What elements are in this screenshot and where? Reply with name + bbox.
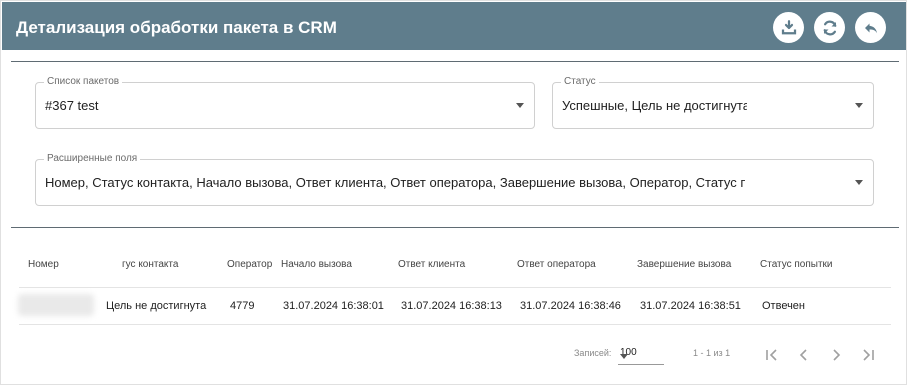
column-header[interactable]: Начало вызова (281, 259, 352, 270)
refresh-button[interactable] (814, 12, 845, 43)
column-header[interactable]: Номер (28, 259, 59, 270)
fields-select[interactable]: Расширенные поля Номер, Статус контакта,… (35, 153, 874, 206)
packages-value: #367 test (45, 98, 99, 113)
prev-page-button[interactable] (796, 347, 812, 363)
row-border (19, 324, 891, 325)
packages-label: Список пакетов (44, 76, 123, 87)
column-header[interactable]: Ответ оператора (517, 259, 596, 270)
last-page-button[interactable] (860, 347, 876, 363)
back-button[interactable] (855, 12, 886, 43)
chevron-left-icon (799, 349, 807, 361)
reply-icon (864, 23, 877, 33)
header-row-border (19, 287, 891, 288)
chevron-down-icon (855, 103, 863, 108)
column-header[interactable]: гус контакта (122, 259, 178, 270)
cell-operator: 4779 (230, 300, 255, 312)
chevron-down-icon (855, 180, 863, 185)
column-header[interactable]: Завершение вызова (637, 259, 731, 270)
page-title: Детализация обработки пакета в CRM (16, 18, 337, 37)
cell-client-answer: 31.07.2024 16:38:13 (401, 300, 502, 312)
fields-label: Расширенные поля (44, 153, 141, 164)
top-divider (11, 61, 899, 62)
page-range: 1 - 1 из 1 (693, 348, 731, 358)
packages-select[interactable]: Список пакетов #367 test (35, 76, 535, 129)
fields-value: Номер, Статус контакта, Начало вызова, О… (45, 175, 745, 190)
column-header[interactable]: Оператор (227, 259, 272, 270)
download-button[interactable] (773, 12, 804, 43)
status-select[interactable]: Статус Успешные, Цель не достигнута (552, 76, 874, 129)
cell-attempt-status: Отвечен (762, 300, 805, 312)
first-page-button[interactable] (764, 347, 780, 363)
cell-contact-status: Цель не достигнута (106, 300, 207, 312)
status-label: Статус (561, 76, 599, 87)
redacted-number (18, 294, 94, 316)
cell-call-end: 31.07.2024 16:38:51 (640, 300, 741, 312)
column-header[interactable]: Ответ клиента (398, 259, 465, 270)
first-page-icon (766, 349, 777, 361)
chevron-down-icon (620, 354, 628, 359)
status-value: Успешные, Цель не достигнута (562, 98, 747, 113)
rows-per-page-select[interactable]: 100 (618, 345, 664, 365)
details-card: Детализация обработки пакета в CRM Списо… (0, 0, 907, 385)
cell-operator-answer: 31.07.2024 16:38:46 (520, 300, 621, 312)
download-icon (781, 19, 796, 34)
middle-divider (11, 227, 899, 228)
cell-call-start: 31.07.2024 16:38:01 (283, 300, 384, 312)
last-page-icon (863, 349, 874, 361)
refresh-icon (823, 20, 836, 35)
chevron-right-icon (833, 349, 841, 361)
column-header[interactable]: Статус попытки (760, 259, 833, 270)
rows-per-page-label: Записей: (574, 348, 612, 358)
next-page-button[interactable] (828, 347, 844, 363)
chevron-down-icon (516, 103, 524, 108)
header-bar: Детализация обработки пакета в CRM (2, 2, 906, 50)
